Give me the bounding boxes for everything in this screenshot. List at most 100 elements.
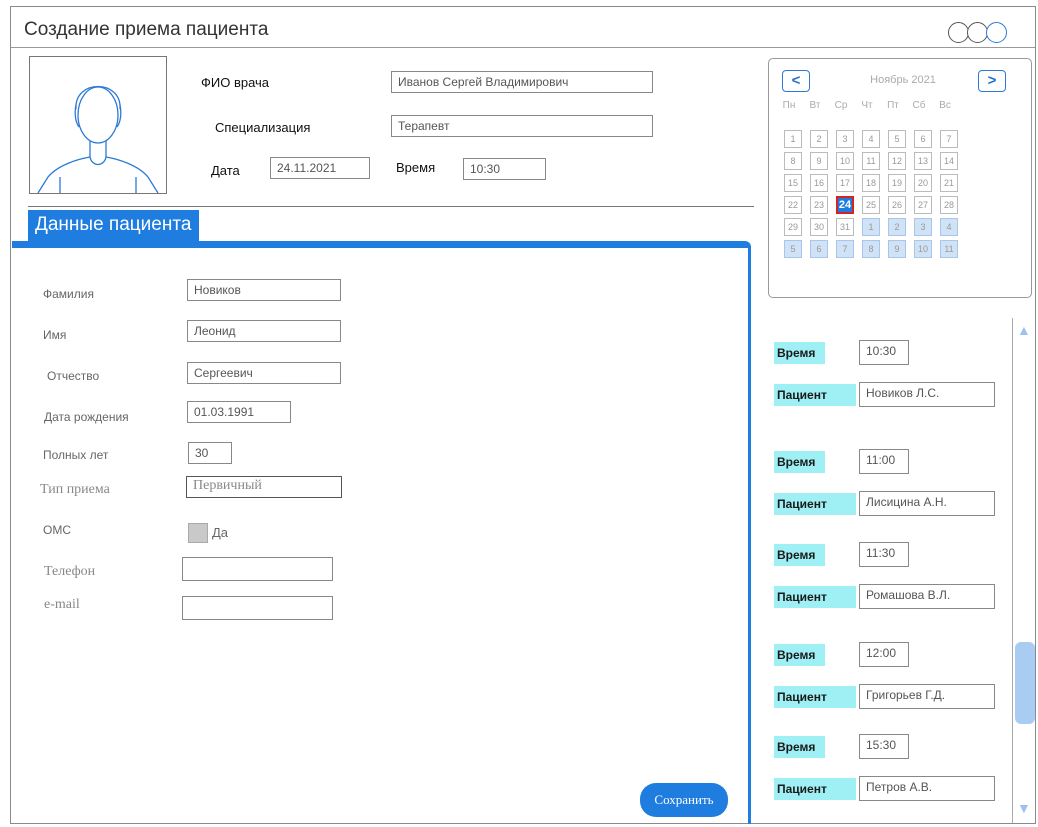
weekday-label: Чт xyxy=(861,100,873,111)
patronymic-field[interactable]: Сергеевич xyxy=(187,362,341,384)
calendar-day[interactable]: 7 xyxy=(940,130,958,148)
oms-checkbox[interactable] xyxy=(188,523,208,543)
calendar-day-selected[interactable]: 24 xyxy=(836,196,854,214)
calendar-day[interactable]: 5 xyxy=(888,130,906,148)
calendar-day[interactable]: 6 xyxy=(810,240,828,258)
calendar-prev-button[interactable]: < xyxy=(782,70,810,92)
window-title: Создание приема пациента xyxy=(24,19,269,40)
schedule-patient-label: Пациент xyxy=(774,778,856,800)
specialization-field[interactable]: Терапевт xyxy=(391,115,653,137)
calendar-day[interactable]: 11 xyxy=(940,240,958,258)
oms-checkbox-label: Да xyxy=(212,525,229,540)
calendar-day[interactable]: 25 xyxy=(862,196,880,214)
calendar-day[interactable]: 28 xyxy=(940,196,958,214)
calendar-day[interactable]: 1 xyxy=(784,130,802,148)
calendar-next-button[interactable]: > xyxy=(978,70,1006,92)
calendar-day[interactable]: 23 xyxy=(810,196,828,214)
schedule-patient-label: Пациент xyxy=(774,586,856,608)
date-field[interactable]: 24.11.2021 xyxy=(270,157,370,179)
scroll-thumb[interactable] xyxy=(1015,642,1035,724)
calendar-day[interactable]: 17 xyxy=(836,174,854,192)
schedule-time-field[interactable]: 11:00 xyxy=(859,449,909,474)
calendar-day[interactable]: 8 xyxy=(862,240,880,258)
calendar-day[interactable]: 30 xyxy=(810,218,828,236)
calendar-day[interactable]: 18 xyxy=(862,174,880,192)
age-field[interactable]: 30 xyxy=(188,442,232,464)
calendar-day[interactable]: 2 xyxy=(888,218,906,236)
calendar-day[interactable]: 4 xyxy=(940,218,958,236)
doctor-name-field[interactable]: Иванов Сергей Владимирович xyxy=(391,71,653,93)
schedule-time-label: Время xyxy=(774,342,825,364)
schedule-patient-field[interactable]: Новиков Л.С. xyxy=(859,382,995,407)
phone-field[interactable] xyxy=(182,557,333,581)
calendar-day[interactable]: 1 xyxy=(862,218,880,236)
calendar-day[interactable]: 9 xyxy=(810,152,828,170)
schedule-time-field[interactable]: 15:30 xyxy=(859,734,909,759)
patient-panel xyxy=(12,241,751,824)
calendar-day[interactable]: 8 xyxy=(784,152,802,170)
calendar-day[interactable]: 6 xyxy=(914,130,932,148)
calendar-day[interactable]: 10 xyxy=(914,240,932,258)
schedule-time-label: Время xyxy=(774,544,825,566)
schedule-patient-field[interactable]: Лисицина А.Н. xyxy=(859,491,995,516)
calendar-day[interactable]: 7 xyxy=(836,240,854,258)
calendar-day[interactable]: 5 xyxy=(784,240,802,258)
calendar-day[interactable]: 19 xyxy=(888,174,906,192)
calendar-day[interactable]: 11 xyxy=(862,152,880,170)
schedule-patient-label: Пациент xyxy=(774,493,856,515)
birthdate-field[interactable]: 01.03.1991 xyxy=(187,401,291,423)
calendar-day[interactable]: 14 xyxy=(940,152,958,170)
calendar-day[interactable]: 16 xyxy=(810,174,828,192)
time-field[interactable]: 10:30 xyxy=(463,158,546,180)
calendar-day[interactable]: 26 xyxy=(888,196,906,214)
weekday-label: Ср xyxy=(834,100,848,111)
weekday-label: Сб xyxy=(912,100,926,111)
scroll-down-icon[interactable]: ▼ xyxy=(1017,800,1031,816)
tab-patient-data[interactable]: Данные пациента xyxy=(28,210,200,242)
schedule-scrollbar[interactable] xyxy=(1012,318,1034,823)
calendar-day[interactable]: 10 xyxy=(836,152,854,170)
schedule-time-field[interactable]: 11:30 xyxy=(859,542,909,567)
calendar-day[interactable]: 31 xyxy=(836,218,854,236)
doctor-avatar xyxy=(29,56,167,194)
schedule-time-label: Время xyxy=(774,736,825,758)
calendar-day[interactable]: 9 xyxy=(888,240,906,258)
schedule-time-field[interactable]: 12:00 xyxy=(859,642,909,667)
weekday-label: Пт xyxy=(887,100,899,111)
person-icon xyxy=(37,86,159,194)
calendar-day[interactable]: 4 xyxy=(862,130,880,148)
time-label: Время xyxy=(396,160,436,175)
visit-type-label: Тип приема xyxy=(40,482,110,497)
save-button[interactable]: Сохранить xyxy=(640,783,728,817)
calendar-day[interactable]: 22 xyxy=(784,196,802,214)
window-control-circle-2[interactable] xyxy=(967,22,988,43)
calendar-day[interactable]: 21 xyxy=(940,174,958,192)
calendar-day[interactable]: 13 xyxy=(914,152,932,170)
calendar-day[interactable]: 29 xyxy=(784,218,802,236)
schedule-time-field[interactable]: 10:30 xyxy=(859,340,909,365)
schedule-patient-field[interactable]: Ромашова В.Л. xyxy=(859,584,995,609)
lastname-field[interactable]: Новиков xyxy=(187,279,341,301)
calendar-day[interactable]: 3 xyxy=(836,130,854,148)
lastname-label: Фамилия xyxy=(43,287,94,301)
weekday-label: Пн xyxy=(782,100,796,111)
visit-type-field[interactable]: Первичный xyxy=(186,476,342,498)
calendar-day[interactable]: 20 xyxy=(914,174,932,192)
schedule-patient-label: Пациент xyxy=(774,686,856,708)
window-control-circle-1[interactable] xyxy=(948,22,969,43)
calendar-day[interactable]: 15 xyxy=(784,174,802,192)
schedule-patient-field[interactable]: Григорьев Г.Д. xyxy=(859,684,995,709)
schedule-patient-field[interactable]: Петров А.В. xyxy=(859,776,995,801)
email-field[interactable] xyxy=(182,596,333,620)
calendar-day[interactable]: 2 xyxy=(810,130,828,148)
doctor-name-label: ФИО врача xyxy=(201,75,270,90)
scroll-up-icon[interactable]: ▲ xyxy=(1017,322,1031,338)
weekday-label: Вс xyxy=(939,100,951,111)
calendar-day[interactable]: 3 xyxy=(914,218,932,236)
schedule-time-label: Время xyxy=(774,644,825,666)
calendar-day[interactable]: 12 xyxy=(888,152,906,170)
window-control-circle-3[interactable] xyxy=(986,22,1007,43)
firstname-field[interactable]: Леонид xyxy=(187,320,341,342)
calendar-day[interactable]: 27 xyxy=(914,196,932,214)
email-label: e-mail xyxy=(44,597,80,612)
